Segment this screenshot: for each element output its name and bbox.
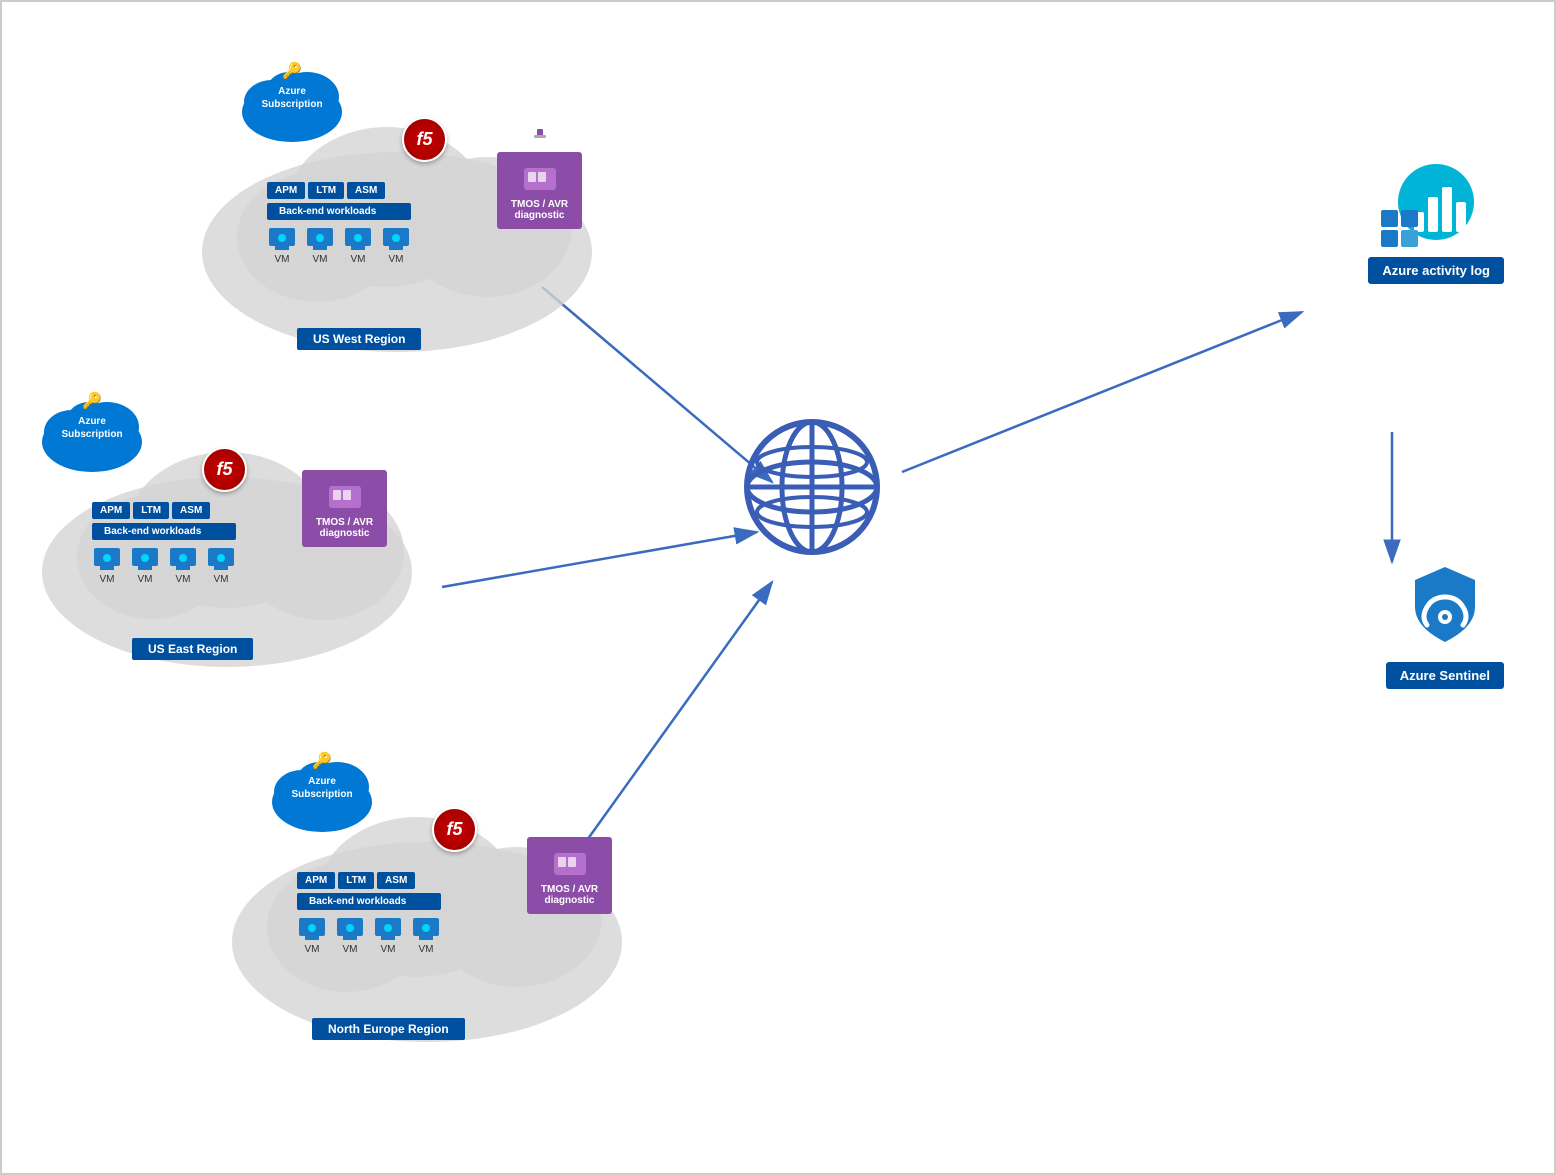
- north-europe-asm: ASM: [377, 872, 415, 889]
- north-europe-tmos: TMOS / AVRdiagnostic: [527, 837, 612, 914]
- north-europe-vms: VM VM VM VM: [297, 916, 441, 955]
- us-east-ltm: LTM: [133, 502, 169, 519]
- azure-activity-log-label: Azure activity log: [1368, 257, 1504, 284]
- north-europe-vm3: VM: [373, 916, 403, 955]
- us-west-ltm: LTM: [308, 182, 344, 199]
- globe-icon: [742, 417, 882, 562]
- north-europe-apm: APM: [297, 872, 335, 889]
- north-europe-region-label: North Europe Region: [312, 1010, 465, 1040]
- us-west-tmos-label: TMOS / AVRdiagnostic: [497, 152, 582, 229]
- azure-activity-log-icon: [1396, 162, 1476, 247]
- us-east-modules: APM LTM ASM: [92, 502, 236, 519]
- north-europe-f5-badge: f5: [432, 807, 477, 852]
- us-west-vm2: VM: [305, 226, 335, 265]
- us-west-backend: Back-end workloads: [267, 203, 411, 220]
- north-europe-ltm: LTM: [338, 872, 374, 889]
- azure-sentinel-icon: [1405, 562, 1485, 652]
- us-east-vm1: VM: [92, 546, 122, 585]
- north-europe-region: 🔑 Azure Subscription f5 APM LTM ASM Back…: [217, 742, 637, 1057]
- us-east-apm: APM: [92, 502, 130, 519]
- us-west-apm: APM: [267, 182, 305, 199]
- north-europe-subscription-text: 🔑 Azure Subscription: [282, 752, 362, 801]
- us-east-vm3: VM: [168, 546, 198, 585]
- us-east-f5-badge: f5: [202, 447, 247, 492]
- north-europe-tmos-label: TMOS / AVRdiagnostic: [527, 837, 612, 914]
- azure-sentinel-label: Azure Sentinel: [1386, 662, 1504, 689]
- us-east-vm2: VM: [130, 546, 160, 585]
- us-east-region-label: US East Region: [132, 630, 253, 660]
- us-west-subscription-text: 🔑 Azure Subscription: [252, 62, 332, 111]
- us-east-backend: Back-end workloads: [92, 523, 236, 540]
- globe-svg: [742, 417, 882, 557]
- us-east-azure-subscription: 🔑 Azure Subscription: [37, 382, 147, 477]
- north-europe-f5-circle: f5: [432, 807, 477, 852]
- us-east-inner-content: APM LTM ASM Back-end workloads VM VM VM: [92, 502, 236, 585]
- us-west-vm1: VM: [267, 226, 297, 265]
- azure-sentinel: Azure Sentinel: [1386, 562, 1504, 689]
- us-west-region: 🔑 Azure Subscription f5 APM LTM ASM Back…: [187, 52, 607, 367]
- architecture-diagram: 🔑 Azure Subscription f5 APM LTM ASM Back…: [2, 2, 1554, 1173]
- us-west-vm4: VM: [381, 226, 411, 265]
- us-west-modules: APM LTM ASM: [267, 182, 411, 199]
- us-west-vm3: VM: [343, 226, 373, 265]
- us-east-f5-circle: f5: [202, 447, 247, 492]
- us-west-azure-subscription: 🔑 Azure Subscription: [237, 52, 347, 147]
- north-europe-vm1: VM: [297, 916, 327, 955]
- us-east-vm4: VM: [206, 546, 236, 585]
- us-east-tmos: TMOS / AVRdiagnostic: [302, 470, 387, 547]
- north-europe-vm2: VM: [335, 916, 365, 955]
- north-europe-modules: APM LTM ASM: [297, 872, 441, 889]
- us-east-vms: VM VM VM VM: [92, 546, 236, 585]
- us-west-f5-badge: f5: [402, 117, 447, 162]
- us-east-tmos-label: TMOS / AVRdiagnostic: [302, 470, 387, 547]
- us-west-f5-circle: f5: [402, 117, 447, 162]
- north-europe-azure-subscription: 🔑 Azure Subscription: [267, 742, 377, 837]
- north-europe-backend: Back-end workloads: [297, 893, 441, 910]
- us-east-subscription-text: 🔑 Azure Subscription: [52, 392, 132, 441]
- us-east-asm: ASM: [172, 502, 210, 519]
- us-west-asm: ASM: [347, 182, 385, 199]
- us-west-inner-content: APM LTM ASM Back-end workloads VM VM VM: [267, 182, 411, 265]
- activity-log-squares: [1381, 210, 1421, 247]
- us-east-region: 🔑 Azure Subscription f5 APM LTM ASM Back…: [32, 382, 432, 677]
- us-west-tmos: TMOS / AVRdiagnostic: [497, 147, 582, 229]
- north-europe-inner-content: APM LTM ASM Back-end workloads VM VM VM: [297, 872, 441, 955]
- north-europe-vm4: VM: [411, 916, 441, 955]
- us-west-vms: VM VM VM VM: [267, 226, 411, 265]
- azure-activity-log: Azure activity log: [1368, 162, 1504, 284]
- us-west-region-label: US West Region: [297, 320, 421, 350]
- sentinel-icon-svg: [1405, 562, 1485, 647]
